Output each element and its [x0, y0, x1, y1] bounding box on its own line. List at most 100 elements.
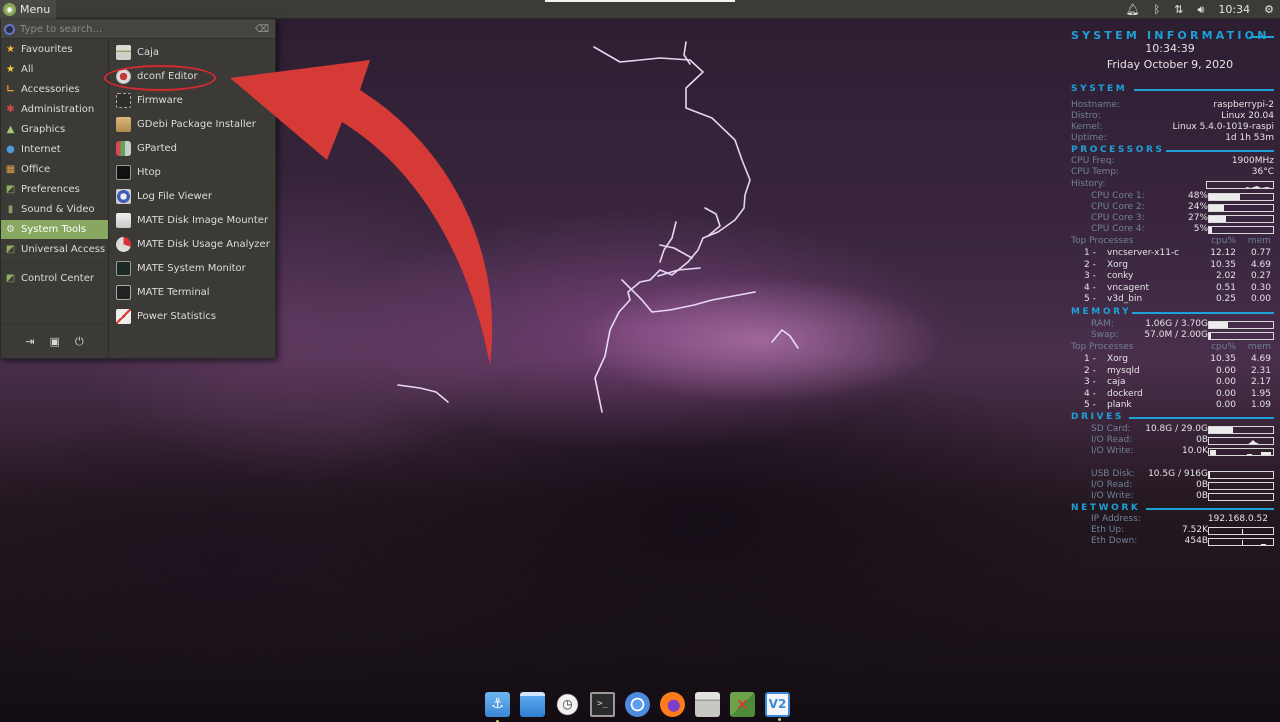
process-row: 3 - caja 0.00 2.17	[1071, 377, 1274, 388]
usb-write-graph	[1208, 493, 1274, 501]
usb-read-graph	[1208, 482, 1274, 490]
row-value: 7.52K	[1182, 525, 1208, 535]
gear-icon: ⚙	[6, 223, 15, 235]
app-label: MATE System Monitor	[137, 262, 246, 274]
star-icon: ★	[6, 63, 15, 75]
network-arrows-icon[interactable]: ⇅	[1174, 3, 1183, 16]
category-sound-video[interactable]: ▮ Sound & Video	[1, 200, 108, 219]
administration-icon: ✱	[6, 103, 15, 115]
row-value: 27%	[1187, 213, 1208, 223]
row-label: SD Card:	[1091, 424, 1131, 434]
app-caja[interactable]: Caja	[111, 41, 275, 63]
volume-icon[interactable]: 🔊︎	[1197, 3, 1204, 17]
process-rank: 1 -	[1084, 354, 1096, 364]
section-system-heading: SYSTEM	[1071, 84, 1128, 94]
app-label: MATE Terminal	[137, 286, 210, 298]
process-rank: 4 -	[1084, 282, 1096, 293]
app-label: MATE Disk Usage Analyzer	[137, 238, 270, 250]
chromium-icon[interactable]	[625, 691, 650, 717]
app-disk-image-mounter[interactable]: MATE Disk Image Mounter	[111, 209, 275, 231]
cpu-history-row: History:	[1071, 179, 1274, 190]
row-label: CPU Core 2:	[1091, 202, 1145, 212]
category-universal-access[interactable]: ◩ Universal Access	[1, 240, 108, 259]
header-mem: mem	[1247, 342, 1271, 352]
app-power-statistics[interactable]: Power Statistics	[111, 305, 275, 327]
app-system-monitor[interactable]: MATE System Monitor	[111, 257, 275, 279]
app-log-file-viewer[interactable]: Log File Viewer	[111, 185, 275, 207]
category-system-tools[interactable]: ⚙ System Tools	[1, 220, 108, 239]
gear-icon[interactable]: ⚙	[1264, 3, 1274, 16]
process-rank: 2 -	[1084, 365, 1096, 376]
app-label: Caja	[137, 46, 160, 58]
lock-screen-icon[interactable]: ▣	[50, 335, 60, 348]
process-row: 5 - v3d_bin 0.25 0.00	[1071, 294, 1274, 305]
sd-read-row: I/O Read: 0B	[1071, 435, 1274, 446]
usb-disk-bar	[1208, 471, 1274, 479]
app-firmware[interactable]: Firmware	[111, 89, 275, 111]
distro-row: Distro: Linux 20.04	[1071, 111, 1274, 122]
category-label: Favourites	[21, 44, 73, 55]
vnc-viewer-icon[interactable]: V2	[765, 691, 790, 721]
window-list-item[interactable]	[545, 0, 735, 2]
row-value: 10.8G / 29.0G	[1145, 424, 1208, 434]
category-divider	[1, 262, 108, 263]
uptime-row: Uptime: 1d 1h 53m	[1071, 133, 1274, 144]
row-label: CPU Core 4:	[1091, 224, 1145, 234]
system-tools-icon[interactable]: ✕	[730, 691, 755, 717]
swap-bar	[1208, 332, 1274, 340]
menu-button[interactable]: ◉ Menu	[0, 0, 57, 19]
sd-card-bar	[1208, 426, 1274, 434]
process-mem: 1.95	[1250, 388, 1271, 399]
app-label: GParted	[137, 142, 177, 154]
app-htop[interactable]: Htop	[111, 161, 275, 183]
section-divider	[1146, 508, 1274, 510]
category-label: All	[21, 64, 34, 75]
app-gparted[interactable]: GParted	[111, 137, 275, 159]
app-gdebi[interactable]: GDebi Package Installer	[111, 113, 275, 135]
category-graphics[interactable]: ▲ Graphics	[1, 120, 108, 139]
session-buttons: ⇥ ▣ ⏻	[1, 323, 108, 359]
process-rank: 1 -	[1084, 248, 1096, 258]
search-input[interactable]	[20, 23, 255, 35]
file-manager-icon[interactable]	[695, 691, 720, 717]
process-mem: 4.69	[1250, 354, 1271, 364]
row-value: 5%	[1193, 224, 1208, 234]
control-center-item[interactable]: ◩ Control Center	[1, 269, 108, 288]
section-divider	[1134, 89, 1274, 91]
category-administration[interactable]: ✱ Administration	[1, 100, 108, 119]
app-disk-usage-analyzer[interactable]: MATE Disk Usage Analyzer	[111, 233, 275, 255]
category-office[interactable]: ▦ Office	[1, 160, 108, 179]
category-internet[interactable]: ● Internet	[1, 140, 108, 159]
row-value: 0B	[1196, 480, 1208, 490]
process-name: caja	[1107, 377, 1126, 387]
category-preferences[interactable]: ◩ Preferences	[1, 180, 108, 199]
process-name: conky	[1107, 271, 1134, 281]
category-label: Preferences	[21, 184, 80, 195]
row-label: Uptime:	[1071, 133, 1107, 143]
clear-search-icon[interactable]: ⌫	[255, 24, 269, 35]
process-name: vncagent	[1107, 282, 1149, 293]
terminal-app-icon[interactable]: >_	[590, 691, 615, 717]
row-value: 10.0K	[1182, 446, 1208, 456]
row-label: CPU Core 3:	[1091, 213, 1145, 223]
anchor-app-icon[interactable]: ⚓	[485, 691, 510, 722]
bluetooth-icon[interactable]: ᛒ	[1154, 3, 1161, 16]
ram-row: RAM: 1.06G / 3.70G	[1071, 319, 1274, 330]
firefox-icon[interactable]	[660, 691, 685, 717]
process-name: v3d_bin	[1107, 294, 1143, 304]
notification-bell-icon[interactable]: 🔔︎	[1126, 3, 1140, 16]
app-mate-terminal[interactable]: MATE Terminal	[111, 281, 275, 303]
clock-app-icon[interactable]: ◷	[555, 691, 580, 717]
category-accessories[interactable]: ∟ Accessories	[1, 80, 108, 99]
desktop-window-icon[interactable]	[520, 691, 545, 717]
process-row: 2 - mysqld 0.00 2.31	[1071, 366, 1274, 377]
category-all[interactable]: ★ All	[1, 60, 108, 79]
category-favourites[interactable]: ★ Favourites	[1, 40, 108, 59]
power-icon[interactable]: ⏻	[75, 335, 84, 349]
office-icon: ▦	[5, 163, 16, 175]
process-name: mysqld	[1107, 365, 1140, 376]
panel-clock[interactable]: 10:34	[1218, 3, 1250, 16]
preferences-icon: ◩	[5, 243, 16, 255]
logout-icon[interactable]: ⇥	[25, 335, 34, 348]
row-label: I/O Write:	[1091, 491, 1134, 501]
